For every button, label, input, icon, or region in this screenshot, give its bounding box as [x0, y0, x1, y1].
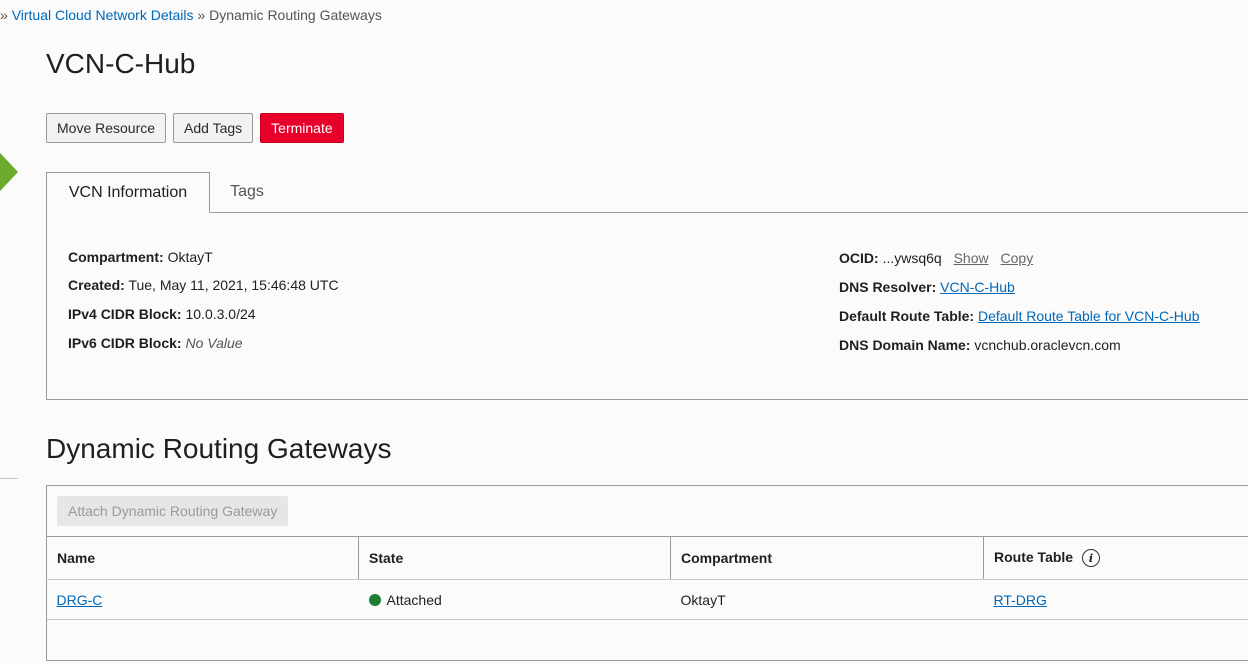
state-value: Attached [386, 591, 442, 608]
column-header-route-table-label: Route Table [994, 548, 1074, 565]
cell-state: Attached [358, 579, 671, 620]
column-header-name-label: Name [57, 550, 96, 566]
ocid-label: OCID: [839, 250, 879, 266]
ipv6-cidr-value: No Value [185, 335, 243, 351]
drg-table: Name State Compartment Route Table i DRG… [46, 536, 1248, 620]
ipv4-cidr-label: IPv4 CIDR Block: [68, 306, 182, 322]
dns-domain-name-label: DNS Domain Name: [839, 337, 971, 353]
status-dot-icon [368, 593, 381, 606]
info-icon[interactable]: i [1081, 549, 1100, 568]
column-header-state-label: State [369, 550, 404, 566]
table-header-row: Name State Compartment Route Table i [46, 536, 1248, 580]
ocid-copy-link[interactable]: Copy [1001, 250, 1034, 266]
resource-status-chevron [0, 138, 18, 206]
created-label: Created: [68, 277, 125, 293]
dns-domain-name-field: DNS Domain Name: vcnchub.oraclevcn.com [839, 337, 1121, 353]
breadcrumb-current: Dynamic Routing Gateways [209, 7, 382, 23]
action-toolbar: Move Resource Add Tags Terminate [46, 113, 344, 143]
column-header-route-table[interactable]: Route Table i [983, 536, 1248, 580]
column-header-compartment[interactable]: Compartment [670, 536, 984, 580]
compartment-label: Compartment: [68, 249, 164, 265]
ocid-show-link[interactable]: Show [954, 250, 989, 266]
ocid-field: OCID: ...ywsq6q Show Copy [839, 250, 1033, 266]
ipv6-cidr-label: IPv6 CIDR Block: [68, 335, 182, 351]
dns-domain-name-value: vcnchub.oraclevcn.com [974, 337, 1121, 353]
attach-drg-button: Attach Dynamic Routing Gateway [57, 496, 289, 526]
route-table-link[interactable]: RT-DRG [994, 592, 1047, 608]
compartment-field: Compartment: OktayT [68, 249, 213, 265]
dns-resolver-label: DNS Resolver: [839, 279, 937, 295]
column-header-state[interactable]: State [358, 536, 671, 580]
vcn-information-panel: Compartment: OktayT Created: Tue, May 11… [46, 212, 1248, 400]
breadcrumb-prefix: » [0, 7, 8, 23]
column-header-name[interactable]: Name [46, 536, 359, 580]
dns-resolver-field: DNS Resolver: VCN-C-Hub [839, 279, 1015, 295]
breadcrumb-separator: » [197, 7, 206, 23]
cell-compartment: OktayT [670, 579, 984, 620]
ipv4-cidr-field: IPv4 CIDR Block: 10.0.3.0/24 [68, 306, 256, 322]
drg-table-panel: Attach Dynamic Routing Gateway Name Stat… [46, 485, 1248, 661]
ocid-value: ...ywsq6q [882, 250, 942, 266]
drg-name-link[interactable]: DRG-C [57, 592, 103, 608]
page-title: VCN-C-Hub [46, 48, 196, 79]
tab-vcn-information[interactable]: VCN Information [46, 172, 210, 213]
compartment-cell-value: OktayT [680, 591, 726, 608]
tab-tags[interactable]: Tags [210, 172, 284, 212]
ipv6-cidr-field: IPv6 CIDR Block: No Value [68, 335, 243, 351]
terminate-button[interactable]: Terminate [260, 113, 344, 143]
cell-route-table: RT-DRG [983, 579, 1248, 620]
details-tabs: VCN Information Tags [46, 172, 1248, 213]
dns-resolver-link[interactable]: VCN-C-Hub [940, 279, 1015, 295]
breadcrumb-link-vcn-details[interactable]: Virtual Cloud Network Details [12, 7, 194, 23]
table-row: DRG-C Attached OktayT RT-DRG [46, 579, 1248, 620]
created-field: Created: Tue, May 11, 2021, 15:46:48 UTC [68, 277, 339, 293]
created-value: Tue, May 11, 2021, 15:46:48 UTC [128, 277, 339, 293]
default-route-table-link[interactable]: Default Route Table for VCN-C-Hub [978, 308, 1200, 324]
compartment-value: OktayT [167, 249, 213, 265]
breadcrumb: » Virtual Cloud Network Details » Dynami… [0, 7, 382, 23]
cell-name: DRG-C [46, 579, 359, 620]
left-nav-divider [0, 478, 18, 479]
section-title-drg: Dynamic Routing Gateways [46, 433, 392, 464]
default-route-table-label: Default Route Table: [839, 308, 975, 324]
add-tags-button[interactable]: Add Tags [173, 113, 254, 143]
move-resource-button[interactable]: Move Resource [46, 113, 167, 143]
column-header-compartment-label: Compartment [681, 550, 773, 566]
default-route-table-field: Default Route Table: Default Route Table… [839, 308, 1199, 324]
ipv4-cidr-value: 10.0.3.0/24 [185, 306, 256, 322]
